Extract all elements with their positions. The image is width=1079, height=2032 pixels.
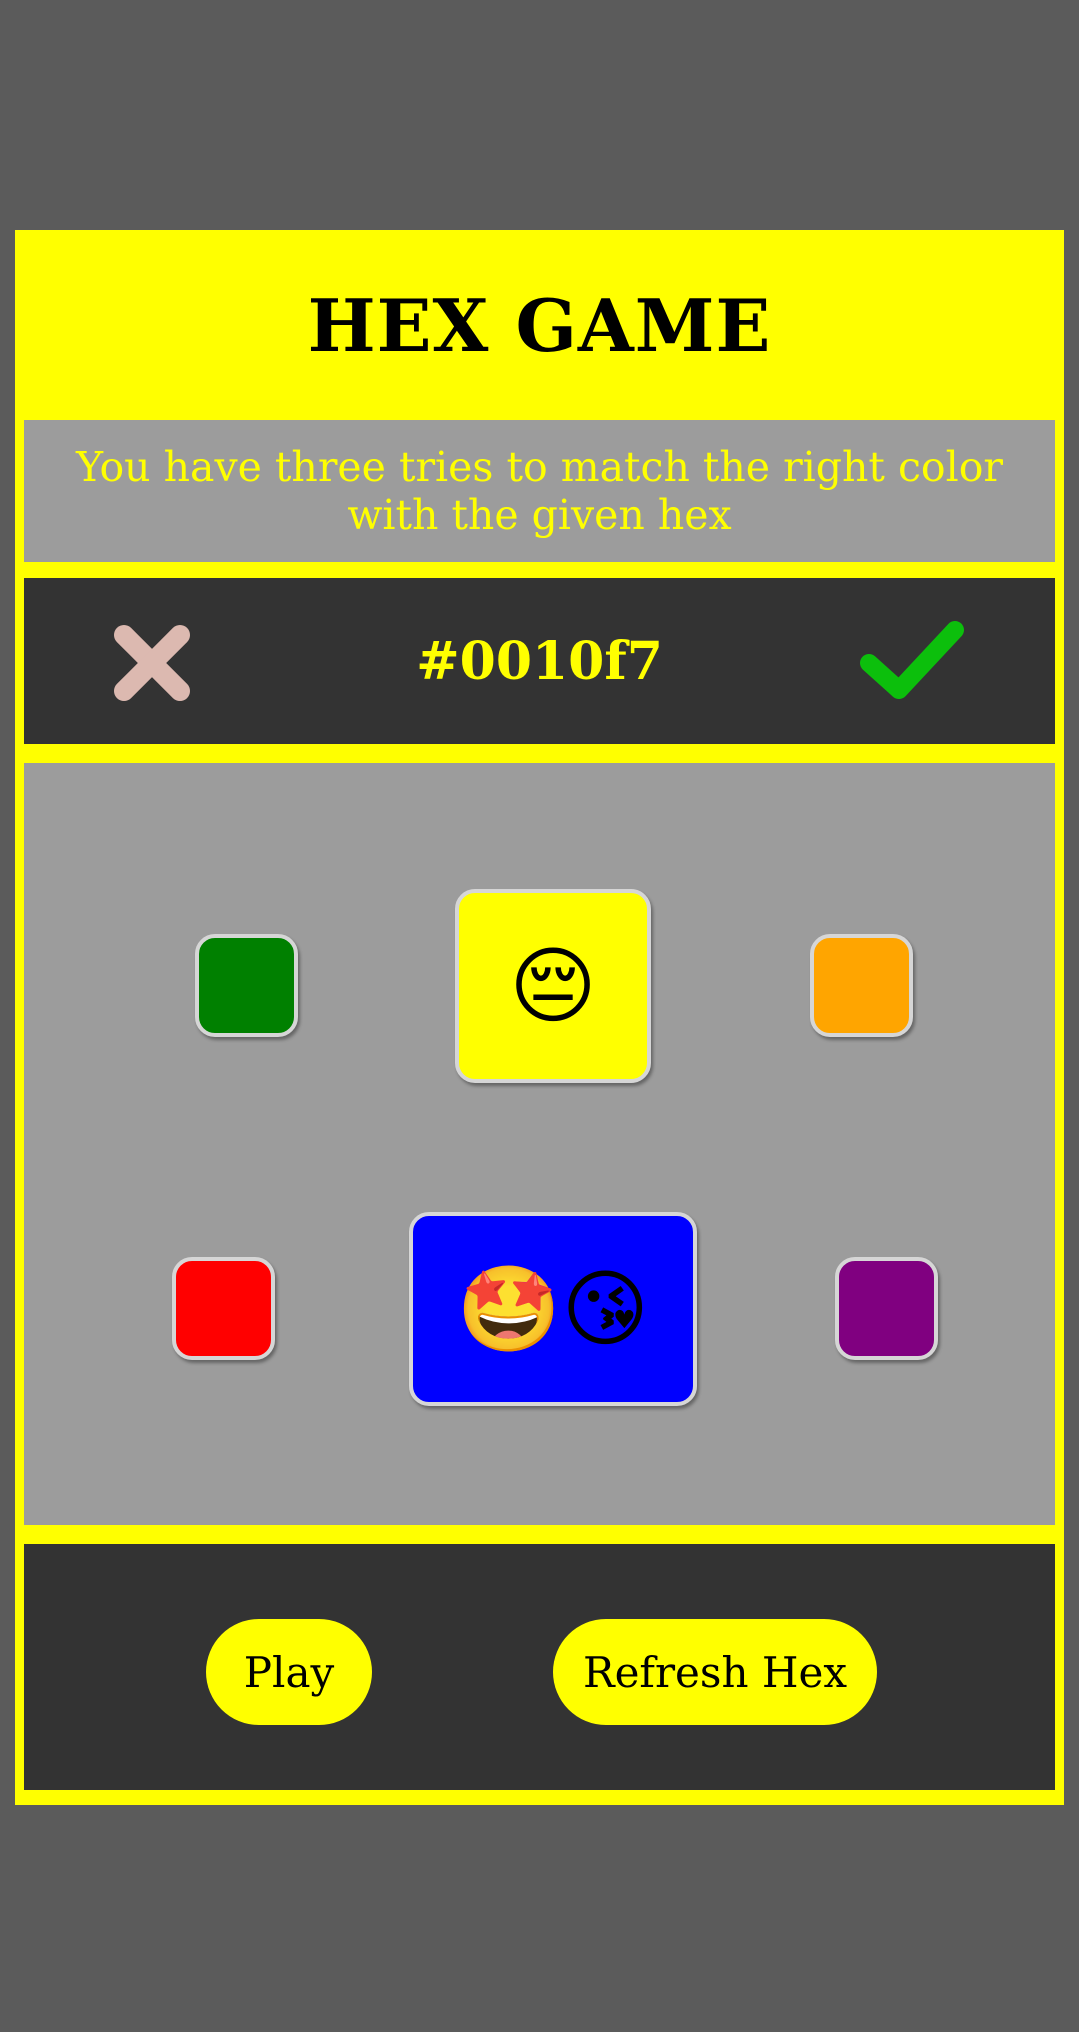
instructions-panel: You have three tries to match the right … — [24, 420, 1055, 562]
star-struck-kiss-icon: 🤩😘 — [456, 1260, 650, 1358]
controls-panel: Play Refresh Hex — [24, 1544, 1055, 1790]
checkmark-icon — [860, 621, 964, 699]
swatch-orange[interactable] — [810, 934, 913, 1037]
swatch-blue[interactable]: 🤩😘 — [409, 1212, 697, 1406]
swatch-red[interactable] — [172, 1257, 275, 1360]
swatch-purple[interactable] — [835, 1257, 938, 1360]
refresh-hex-button[interactable]: Refresh Hex — [553, 1619, 877, 1725]
title-bar: HEX GAME — [15, 230, 1064, 420]
swatch-green[interactable] — [195, 934, 298, 1037]
color-board: 😔 🤩😘 — [24, 763, 1055, 1525]
pensive-face-icon: 😔 — [509, 937, 597, 1035]
instructions-text: You have three tries to match the right … — [76, 443, 1003, 539]
hex-bar: #0010f7 — [24, 578, 1055, 744]
swatch-yellow[interactable]: 😔 — [455, 889, 651, 1083]
page-title: HEX GAME — [307, 282, 772, 368]
game-container: HEX GAME You have three tries to match t… — [15, 230, 1064, 1805]
play-button[interactable]: Play — [206, 1619, 372, 1725]
